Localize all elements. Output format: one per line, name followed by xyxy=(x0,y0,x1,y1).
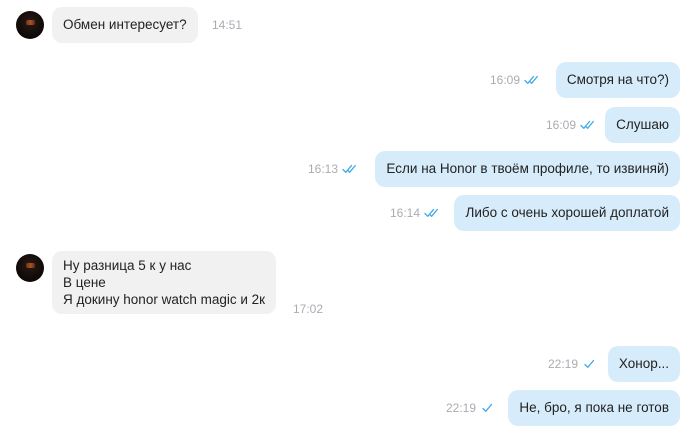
message-meta: 16:13 xyxy=(308,162,358,176)
message-line: В цене xyxy=(63,275,106,290)
message-time: 16:14 xyxy=(389,206,420,220)
message-time: 16:13 xyxy=(307,162,338,176)
double-check-icon xyxy=(580,120,594,129)
message-text: Хонор... xyxy=(618,356,669,371)
message-time: 16:09 xyxy=(545,118,576,132)
message-bubble[interactable]: Либо с очень хорошей доплатой xyxy=(454,195,680,231)
message-time: 16:09 xyxy=(489,73,520,87)
message-time: 22:19 xyxy=(445,401,476,415)
message-meta: 16:09 xyxy=(546,118,596,132)
message-text: Слушаю xyxy=(616,117,669,132)
message-meta: 22:19 xyxy=(446,401,496,415)
message-bubble[interactable]: Смотря на что?) xyxy=(555,62,680,98)
avatar[interactable] xyxy=(16,254,44,282)
message-time: 17:02 xyxy=(293,302,324,316)
message-bubble[interactable]: Ну разница 5 к у нас В цене Я докину hon… xyxy=(52,251,277,314)
message-bubble[interactable]: Обмен интересует? xyxy=(52,7,198,43)
message-time: 22:19 xyxy=(547,357,578,371)
avatar[interactable] xyxy=(16,11,44,39)
avatar-image xyxy=(26,263,35,268)
single-check-icon xyxy=(584,359,595,368)
message-text: Если на Honor в твоём профиле, то извиня… xyxy=(386,161,669,176)
message-text: Не, бро, я пока не готов xyxy=(519,400,669,415)
message-time: 14:51 xyxy=(212,18,243,32)
message-line: Ну разница 5 к у нас xyxy=(63,258,192,273)
double-check-icon xyxy=(424,208,438,217)
message-meta: 16:09 xyxy=(490,73,540,87)
avatar-image xyxy=(26,20,35,25)
double-check-icon xyxy=(342,164,356,173)
message-text: Либо с очень хорошей доплатой xyxy=(465,205,669,220)
message-bubble[interactable]: Не, бро, я пока не готов xyxy=(508,390,680,426)
message-line: Я докину honor watch magic и 2к xyxy=(63,292,266,307)
message-meta: 16:14 xyxy=(390,206,440,220)
message-text: Обмен интересует? xyxy=(63,17,187,32)
single-check-icon xyxy=(482,403,493,412)
double-check-icon xyxy=(524,75,538,84)
message-text: Смотря на что?) xyxy=(566,72,669,87)
message-bubble[interactable]: Если на Honor в твоём профиле, то извиня… xyxy=(375,151,680,187)
message-meta: 22:19 xyxy=(548,357,598,371)
message-bubble[interactable]: Слушаю xyxy=(605,107,680,143)
message-bubble[interactable]: Хонор... xyxy=(607,346,680,382)
